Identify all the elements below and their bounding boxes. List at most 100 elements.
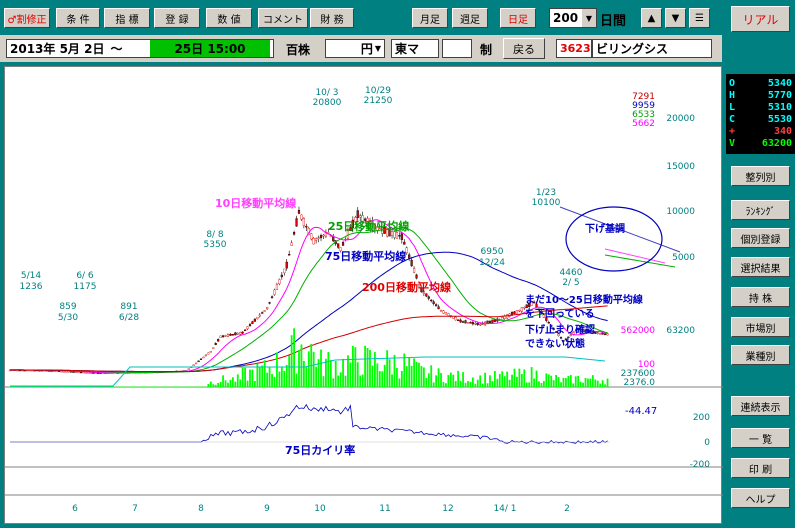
back-button[interactable]: 戻る xyxy=(503,38,545,59)
volume-bar xyxy=(604,384,607,387)
code-field[interactable]: 3623 xyxy=(556,39,592,58)
name-field[interactable]: ビリングシス xyxy=(592,39,712,58)
volume-bar xyxy=(72,386,75,387)
up-arrow-button[interactable]: ▲ xyxy=(641,8,662,28)
candle xyxy=(239,332,242,335)
toolbar-button-2[interactable]: 指 標 xyxy=(104,8,150,28)
volume-bar xyxy=(371,365,374,387)
volume-bar xyxy=(498,374,501,387)
side-button-6[interactable]: 業種別 xyxy=(731,345,790,365)
toolbar-button-1[interactable]: 条 件 xyxy=(56,8,100,28)
volume-bar xyxy=(410,365,413,387)
volume-bar xyxy=(197,386,200,387)
currency-select[interactable]: 円 ▼ xyxy=(325,39,385,58)
side-button-8[interactable]: 一 覧 xyxy=(731,428,790,448)
volume-bar xyxy=(577,375,580,387)
side-button-9[interactable]: 印 刷 xyxy=(731,458,790,478)
volume-bar xyxy=(418,362,420,387)
volume-bar xyxy=(77,386,80,387)
volume-bar xyxy=(464,382,467,387)
volume-bar xyxy=(557,377,560,387)
side-button-7[interactable]: 連続表示 xyxy=(731,396,790,416)
volume-bar xyxy=(131,386,134,387)
volume-bar xyxy=(89,386,92,387)
side-button-2[interactable]: 個別登録 xyxy=(731,228,790,248)
volume-bar xyxy=(129,386,131,387)
days-unit: 日間 xyxy=(600,14,627,29)
volume-bar xyxy=(280,366,283,387)
volume-bar xyxy=(119,386,122,387)
chart-canvas: 2000015000100005000729199596533566256200… xyxy=(5,86,723,514)
down-arrow-button[interactable]: ▼ xyxy=(665,8,686,28)
ohlc-value: 5770 xyxy=(767,90,792,101)
kairi-tick-label: -200 xyxy=(690,460,711,470)
volume-bar xyxy=(18,386,21,387)
weekly-button[interactable]: 週足 xyxy=(452,8,488,28)
volume-bar xyxy=(520,374,523,387)
monthly-button[interactable]: 月足 xyxy=(412,8,448,28)
daily-button[interactable]: 日足 xyxy=(500,8,536,28)
market-field[interactable]: 東マ xyxy=(391,39,439,58)
candle xyxy=(292,232,296,235)
days-select[interactable]: 200 ▼ xyxy=(549,8,597,28)
volume-bar xyxy=(516,376,518,387)
volume-bar xyxy=(97,386,100,387)
volume-bar xyxy=(496,378,499,387)
toolbar-button-3[interactable]: 登 録 xyxy=(154,8,200,28)
toolbar-button-5[interactable]: コメント xyxy=(258,8,308,28)
volume-bar xyxy=(241,367,244,387)
stock-chart: 20000 15000 10000 5000 7291 9959 6533 5662 56200… xyxy=(4,66,723,524)
volume-bar xyxy=(351,345,354,387)
candle xyxy=(212,347,215,349)
ohlc-value: 340 xyxy=(773,126,792,137)
volume-bar xyxy=(329,360,332,387)
candle xyxy=(547,321,550,324)
side-button-1[interactable]: ﾗﾝｷﾝｸﾞ xyxy=(731,200,790,220)
volume-bar xyxy=(552,380,555,387)
volume-bar xyxy=(180,386,183,387)
volume-bar xyxy=(479,375,482,387)
volume-bar xyxy=(55,386,58,387)
blank-field[interactable] xyxy=(442,39,472,58)
volume-bar xyxy=(349,362,352,387)
side-button-0[interactable]: 整列別 xyxy=(731,166,790,186)
toolbar-button-0[interactable]: ♂割修正 xyxy=(4,8,50,28)
volume-bar xyxy=(62,386,65,387)
candle xyxy=(89,372,92,374)
volume-bar xyxy=(315,366,318,387)
volume-bar xyxy=(432,382,435,387)
ohlc-row: +340 xyxy=(726,126,795,138)
volume-bar xyxy=(452,374,455,387)
ma25-annotation: 25日移動平均線 xyxy=(328,219,409,233)
side-button-4[interactable]: 持 株 xyxy=(731,287,790,307)
volume-bar xyxy=(192,386,195,387)
realtime-button[interactable]: リアル xyxy=(731,6,790,32)
ma10-line xyxy=(10,219,608,374)
ohlc-key: C xyxy=(729,114,736,125)
volume-bar xyxy=(599,383,602,387)
menu-button[interactable]: ☰ xyxy=(689,8,710,28)
volume-bar xyxy=(224,380,227,387)
volume-bar xyxy=(293,328,295,387)
candle xyxy=(187,368,190,370)
candle xyxy=(246,326,249,330)
candle xyxy=(520,307,523,312)
ohlc-row: H 5770 xyxy=(726,90,795,102)
volume-bar xyxy=(33,386,36,387)
currency-value: 円 xyxy=(360,42,373,56)
candle xyxy=(398,235,401,237)
toolbar-button-6[interactable]: 財 務 xyxy=(310,8,354,28)
candle xyxy=(439,310,443,312)
volume-bar xyxy=(261,365,264,387)
point-label: 6/ 6 xyxy=(76,271,94,281)
volume-bar xyxy=(138,386,141,387)
ohlc-value: 5340 xyxy=(767,78,792,89)
side-button-5[interactable]: 市場別 xyxy=(731,317,790,337)
side-button-10[interactable]: ヘルプ xyxy=(731,488,790,508)
ohlc-value: 5310 xyxy=(767,102,792,113)
toolbar-button-4[interactable]: 数 値 xyxy=(206,8,252,28)
candle xyxy=(337,243,340,248)
kairi-tick-label: 200 xyxy=(693,413,710,423)
volume-bar xyxy=(92,386,95,387)
side-button-3[interactable]: 選択結果 xyxy=(731,257,790,277)
